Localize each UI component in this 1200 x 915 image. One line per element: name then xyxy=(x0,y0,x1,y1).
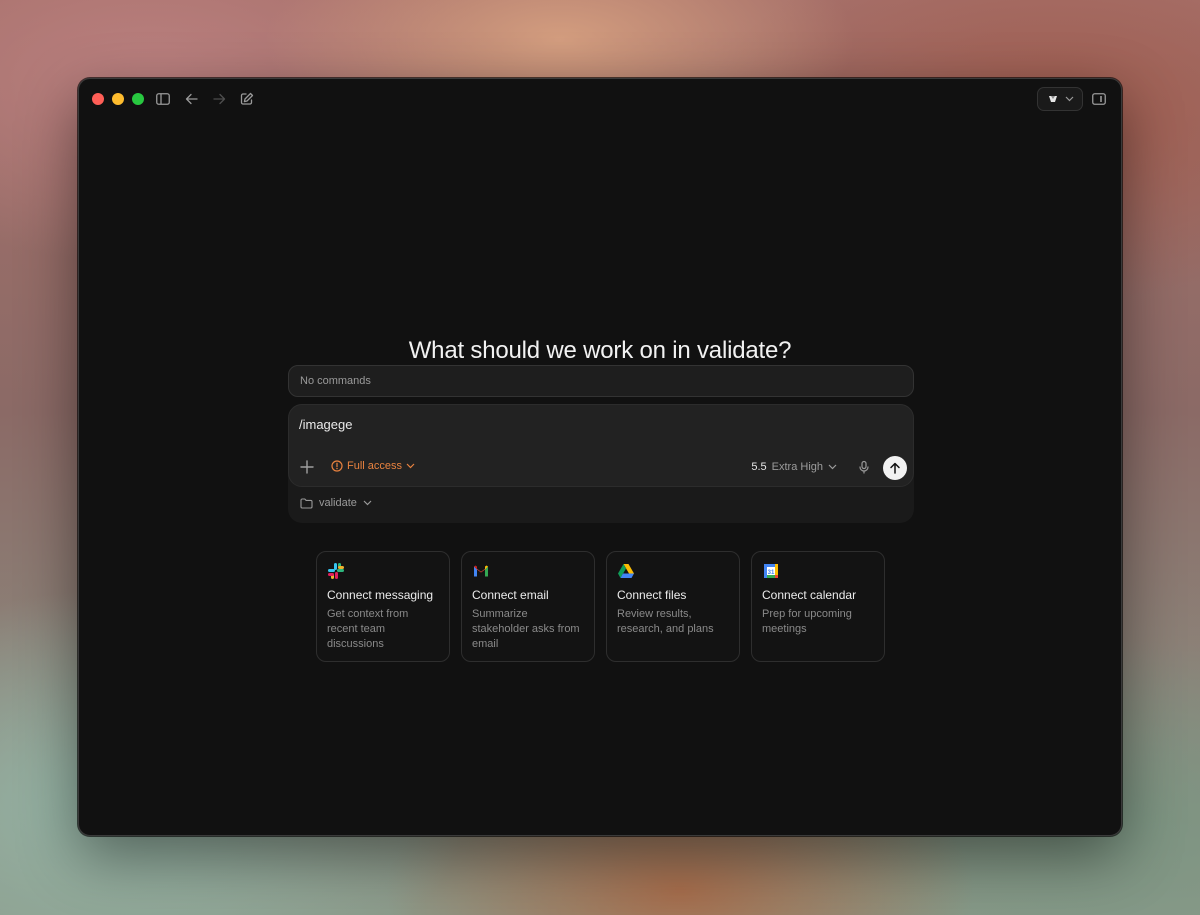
card-description: Summarize stakeholder asks from email xyxy=(472,608,580,650)
send-button[interactable] xyxy=(883,456,907,480)
command-suggestions: No commands xyxy=(288,365,914,397)
card-description: Prep for upcoming meetings xyxy=(762,608,852,635)
google-calendar-icon: 31 xyxy=(764,564,778,578)
slack-icon xyxy=(328,563,344,579)
reasoning-level: Extra High xyxy=(771,461,823,473)
app-logo-icon xyxy=(1048,96,1057,102)
connector-cards: Connect messaging Get context from recen… xyxy=(316,551,885,662)
plus-icon xyxy=(300,460,314,474)
prompt-composer[interactable]: /imagege Full access 5.5 Extra High xyxy=(288,404,914,487)
panel-toggle-icon[interactable] xyxy=(1090,90,1108,108)
maximize-window-button[interactable] xyxy=(132,93,144,105)
forward-arrow-icon[interactable] xyxy=(210,90,228,108)
chevron-down-icon xyxy=(406,463,415,469)
connect-email-card[interactable]: Connect email Summarize stakeholder asks… xyxy=(461,551,595,662)
microphone-icon xyxy=(859,460,869,474)
close-window-button[interactable] xyxy=(92,93,104,105)
calendar-date-text: 31 xyxy=(768,570,775,576)
model-selector-dropdown[interactable]: 5.5 Extra High xyxy=(751,461,837,473)
chevron-down-icon xyxy=(363,500,372,506)
voice-input-button[interactable] xyxy=(857,460,871,474)
connect-calendar-card[interactable]: 31 Connect calendar Prep for upcoming me… xyxy=(751,551,885,662)
folder-icon xyxy=(300,497,313,509)
connect-files-card[interactable]: Connect files Review results, research, … xyxy=(606,551,740,662)
project-folder-selector[interactable]: validate xyxy=(300,497,372,509)
titlebar xyxy=(79,79,1121,119)
access-mode-dropdown[interactable]: Full access xyxy=(331,460,415,472)
card-title: Connect calendar xyxy=(762,588,857,602)
prompt-input[interactable]: /imagege xyxy=(299,417,352,432)
card-title: Connect email xyxy=(472,588,549,602)
model-version: 5.5 xyxy=(751,461,767,473)
back-arrow-icon[interactable] xyxy=(182,90,200,108)
warning-icon xyxy=(331,460,343,472)
app-window: What should we work on in validate? No c… xyxy=(78,78,1122,836)
card-title: Connect files xyxy=(617,588,687,602)
connect-messaging-card[interactable]: Connect messaging Get context from recen… xyxy=(316,551,450,662)
card-title: Connect messaging xyxy=(327,588,434,602)
composer-container: /imagege Full access 5.5 Extra High vali… xyxy=(288,404,914,523)
arrow-up-icon xyxy=(890,462,900,474)
new-chat-icon[interactable] xyxy=(238,90,256,108)
card-description: Review results, research, and plans xyxy=(617,608,714,635)
chevron-down-icon xyxy=(1065,96,1073,102)
add-attachment-button[interactable] xyxy=(299,459,315,475)
app-selector-dropdown[interactable] xyxy=(1037,87,1083,111)
sidebar-toggle-icon[interactable] xyxy=(154,90,172,108)
google-drive-icon xyxy=(618,564,634,578)
page-title: What should we work on in validate? xyxy=(408,337,792,364)
minimize-window-button[interactable] xyxy=(112,93,124,105)
gmail-icon xyxy=(474,565,488,577)
access-mode-label: Full access xyxy=(347,460,403,472)
card-description: Get context from recent team discussions xyxy=(327,608,409,650)
project-folder-label: validate xyxy=(319,497,357,509)
chevron-down-icon xyxy=(828,464,837,470)
